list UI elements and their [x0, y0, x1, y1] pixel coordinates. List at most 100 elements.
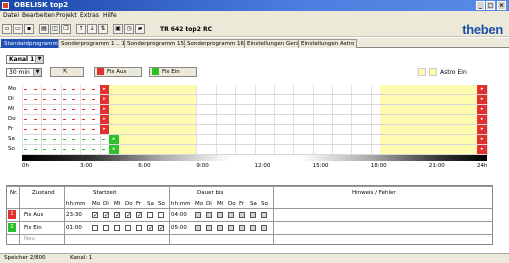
dauer-day-checkbox[interactable]: [261, 225, 267, 231]
tab-sonderprogramm-15[interactable]: Sonderprogramm 15: [124, 39, 188, 48]
switch-marker[interactable]: ▸: [109, 145, 119, 154]
dauer-day-checkbox[interactable]: [239, 212, 245, 218]
dauer-day-checkbox[interactable]: [239, 225, 245, 231]
schedule-row[interactable]: ▸ ▸: [22, 105, 487, 115]
new-row[interactable]: Neu: [24, 236, 35, 242]
start-day-checkbox[interactable]: ✓: [92, 212, 98, 219]
switch-marker[interactable]: ▸: [99, 95, 110, 104]
dauer-day-checkbox[interactable]: [217, 225, 223, 231]
upload-icon[interactable]: ↑: [76, 24, 86, 34]
switch-marker[interactable]: ▸: [477, 95, 487, 104]
start-day-checkbox[interactable]: [103, 225, 109, 231]
switch-marker[interactable]: ▸: [99, 125, 110, 134]
start-day-checkbox[interactable]: ✓: [114, 212, 120, 219]
menu-extras[interactable]: Extras: [80, 12, 99, 19]
menu-datei[interactable]: Datei: [3, 12, 19, 19]
open-icon[interactable]: ▭: [13, 24, 23, 34]
switch-marker[interactable]: ▸: [477, 125, 487, 134]
row-2-start[interactable]: 01:00: [66, 225, 82, 231]
cursor-tool-button[interactable]: ⇱: [50, 67, 84, 77]
dauer-day-checkbox[interactable]: [217, 212, 223, 218]
state-dash: [72, 139, 76, 140]
dauer-day-checkbox[interactable]: [206, 212, 212, 218]
start-day-checkbox[interactable]: ✓: [103, 212, 109, 219]
schedule-row[interactable]: ▸ ▸: [22, 95, 487, 105]
start-day-checkbox[interactable]: ✓: [158, 225, 164, 232]
schedule-row[interactable]: ▸ ▸: [22, 115, 487, 125]
state-dash: [91, 139, 95, 140]
time-tick-label: 24h: [477, 163, 488, 169]
interval-select[interactable]: 30 min ▼: [6, 68, 42, 77]
state-dash: [53, 149, 57, 150]
schedule-row[interactable]: ▸ ▸: [22, 145, 487, 155]
menu-projekt[interactable]: Projekt: [56, 12, 77, 19]
start-day-checkbox[interactable]: [147, 212, 153, 218]
row-2-zustand[interactable]: Fix Ein: [24, 225, 42, 231]
start-day-checkbox[interactable]: ✓: [125, 212, 131, 219]
schedule-row[interactable]: ▸ ▸: [22, 85, 487, 95]
dauer-day-checkbox[interactable]: [228, 212, 234, 218]
dauer-day-checkbox[interactable]: [206, 225, 212, 231]
tab-sonderprogramm-16[interactable]: Sonderprogramm 16: [184, 39, 248, 48]
menu-hilfe[interactable]: Hilfe: [103, 12, 117, 19]
schedule-row[interactable]: ▸ ▸: [22, 135, 487, 145]
switch-marker[interactable]: ▸: [109, 135, 119, 144]
clock-icon[interactable]: ◷: [124, 24, 134, 34]
start-day-checkbox[interactable]: [92, 225, 98, 231]
kanal-select[interactable]: Kanal 1 ▼: [6, 55, 44, 64]
switch-marker[interactable]: ▸: [477, 105, 487, 114]
switch-marker[interactable]: ▸: [99, 115, 110, 124]
start-day-checkbox[interactable]: [125, 225, 131, 231]
copy-icon[interactable]: ❐: [61, 24, 71, 34]
day-label: Mo: [8, 86, 17, 92]
fix-aus-button[interactable]: Fix Aus: [94, 67, 142, 77]
switch-marker[interactable]: ▸: [99, 85, 110, 94]
switch-marker[interactable]: ▸: [99, 105, 110, 114]
maximize-button[interactable]: □: [486, 1, 495, 10]
row-1-start[interactable]: 23:30: [66, 212, 82, 218]
preview-icon[interactable]: ◫: [50, 24, 60, 34]
save-icon[interactable]: ▪: [24, 24, 34, 34]
state-dash: [82, 109, 86, 110]
menu-bearbeiten[interactable]: Bearbeiten: [22, 12, 55, 19]
dauer-day-checkbox[interactable]: [195, 212, 201, 218]
folder-icon[interactable]: ▰: [135, 24, 145, 34]
dauer-day-checkbox[interactable]: [261, 212, 267, 218]
astro-block: [380, 105, 478, 114]
switch-marker[interactable]: ▸: [477, 135, 487, 144]
minimize-button[interactable]: _: [476, 1, 485, 10]
tab-einstellungen-geraet[interactable]: Einstellungen Gerät: [244, 39, 305, 48]
schedule-row[interactable]: ▸ ▸: [22, 125, 487, 135]
day-col-header: Do: [228, 201, 236, 207]
day-col-header: Mo: [195, 201, 204, 207]
row-1-zustand[interactable]: Fix Aus: [24, 212, 43, 218]
close-button[interactable]: ×: [497, 1, 506, 10]
row-1-dauer[interactable]: 04:00: [171, 212, 187, 218]
start-day-checkbox[interactable]: [136, 225, 142, 231]
state-dash: [62, 149, 66, 150]
state-dash: [62, 89, 66, 90]
tab-einstellungen-astro[interactable]: Einstellungen Astro: [298, 39, 358, 48]
new-icon[interactable]: ▫: [2, 24, 12, 34]
dauer-day-checkbox[interactable]: [250, 225, 256, 231]
tab-standardprogramm[interactable]: Standardprogramm: [1, 39, 61, 48]
start-day-checkbox[interactable]: ✓: [136, 212, 142, 219]
dauer-day-checkbox[interactable]: [195, 225, 201, 231]
fix-ein-button[interactable]: Fix Ein: [149, 67, 197, 77]
switch-marker[interactable]: ▸: [477, 145, 487, 154]
transfer-icon[interactable]: ⇅: [98, 24, 108, 34]
dauer-day-checkbox[interactable]: [250, 212, 256, 218]
row-2-dauer[interactable]: 05:00: [171, 225, 187, 231]
switch-marker[interactable]: ▸: [477, 85, 487, 94]
start-day-checkbox[interactable]: [114, 225, 120, 231]
astro-swatch-1: [418, 68, 426, 76]
switch-marker[interactable]: ▸: [477, 115, 487, 124]
tab-sonderprogramm-1-14[interactable]: Sonderprogramm 1 .. 14: [58, 39, 132, 48]
dauer-day-checkbox[interactable]: [228, 225, 234, 231]
device-icon[interactable]: ▣: [113, 24, 123, 34]
print-icon[interactable]: ▤: [39, 24, 49, 34]
download-icon[interactable]: ↓: [87, 24, 97, 34]
week-schedule-grid[interactable]: ▸ ▸ Mo ▸ ▸ Di ▸ ▸ Mi ▸ ▸ Do ▸ ▸ Fr ▸ ▸ Sa ▸ ▸ So: [8, 85, 488, 155]
start-day-checkbox[interactable]: [158, 212, 164, 218]
start-day-checkbox[interactable]: ✓: [147, 225, 153, 232]
